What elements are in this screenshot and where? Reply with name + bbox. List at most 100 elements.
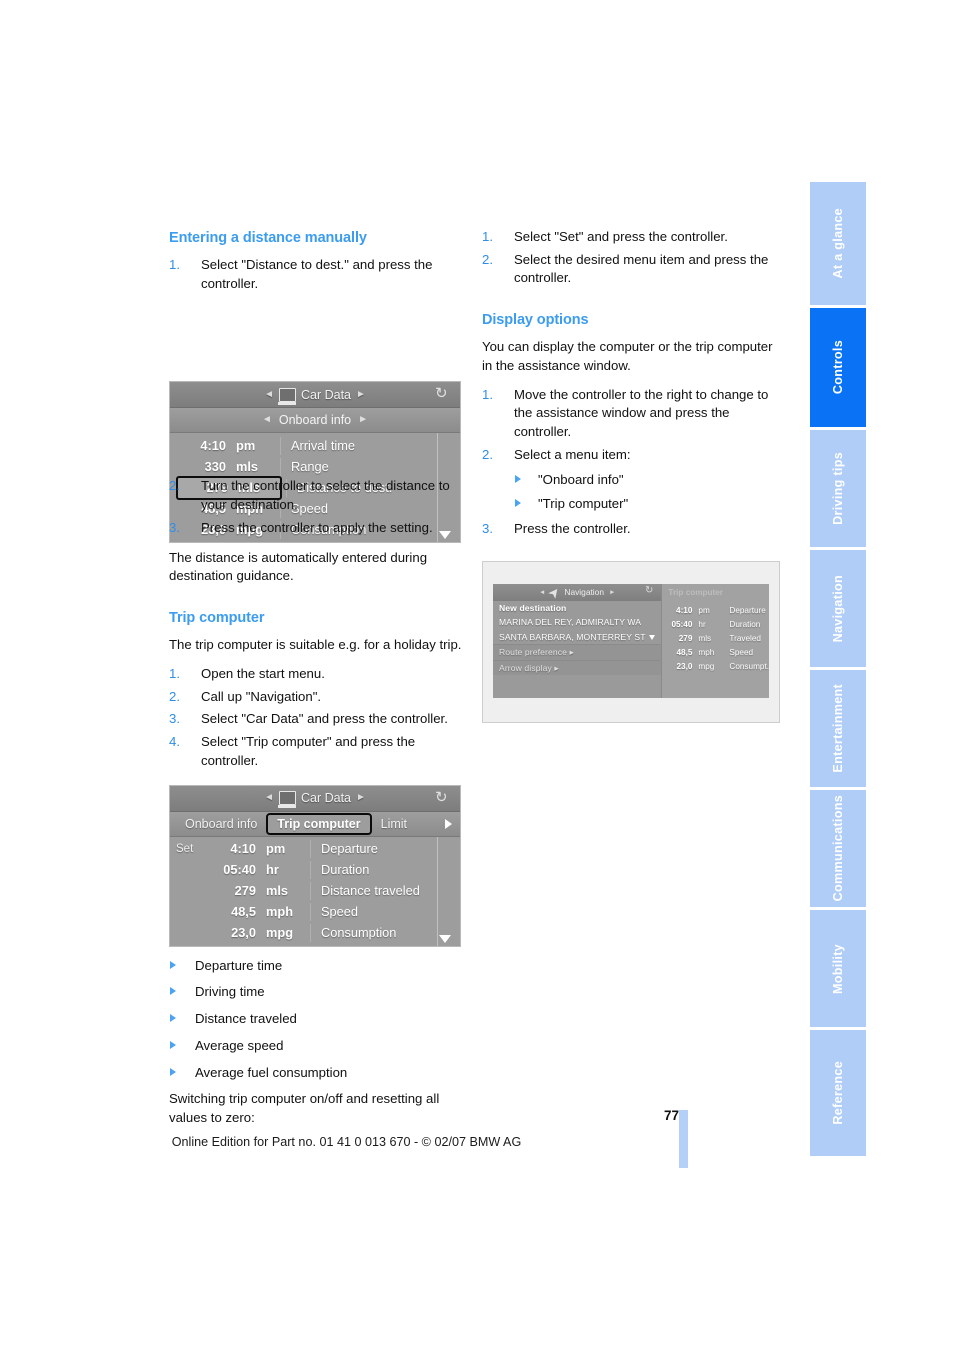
step-text: Select "Trip computer" and press the con… (201, 734, 416, 768)
trip-computer-value-list: Departure time Driving time Distance tra… (169, 957, 469, 1083)
prev-arrow-icon[interactable]: ◄ (264, 388, 274, 403)
tab-trip-computer[interactable]: Trip computer (266, 812, 372, 835)
row-label: Duration (729, 619, 761, 629)
bullet-text: "Onboard info" (538, 471, 624, 487)
row-value: 4:10 (230, 840, 256, 856)
sidebar-item-label: Mobility (831, 943, 845, 994)
table-row[interactable]: 23,0 mpg Consumption (170, 923, 460, 944)
table-row[interactable]: Set 4:10 pm Departure (170, 839, 460, 860)
table-row[interactable]: 48,5 mph Speed (170, 902, 460, 923)
sidebar-item-label: Driving tips (831, 452, 845, 525)
step-text: Press the controller. (514, 521, 631, 537)
figure-navigation-split: ◄ Navigation ► ↻ New destination MARINA … (482, 560, 782, 723)
list-item: Average speed (169, 1037, 469, 1056)
table-row: 23,0 mpg Consumpt. (662, 660, 769, 674)
tab-limit[interactable]: Limit (372, 814, 416, 834)
step-number: 1. (169, 665, 180, 681)
step-text: Select "Car Data" and press the controll… (201, 711, 448, 727)
left-text-column: Entering a distance manually 1. Select "… (169, 228, 469, 1131)
sidebar-item-reference[interactable]: Reference (810, 1030, 866, 1156)
table-row[interactable]: 279 mls Distance traveled (170, 881, 460, 902)
sidebar-item-navigation[interactable]: Navigation (810, 550, 866, 670)
chapter-tab-rail: At a glance Controls Driving tips Naviga… (810, 182, 866, 1168)
triangle-bullet-icon (170, 1014, 176, 1023)
tab-onboard-info[interactable]: Onboard info (279, 411, 351, 429)
sidebar-item-controls[interactable]: Controls (810, 308, 866, 430)
set-label[interactable]: Set (170, 841, 200, 858)
next-arrow-icon[interactable]: ► (609, 588, 615, 597)
paragraph-trip-computer-intro: The trip computer is suitable e.g. for a… (169, 637, 462, 653)
triangle-bullet-icon (170, 1067, 176, 1076)
sidebar-item-mobility[interactable]: Mobility (810, 910, 866, 1030)
row-value: 23,0 (676, 661, 693, 671)
row-value: 4:10 (200, 437, 226, 453)
prev-arrow-icon[interactable]: ◄ (264, 791, 274, 806)
step-number: 2. (169, 688, 180, 704)
bullet-text: "Trip computer" (538, 496, 629, 512)
prev-arrow-icon[interactable]: ◄ (539, 588, 545, 597)
list-item-arrow-display[interactable]: Arrow display ▸ (493, 659, 662, 676)
sidebar-item-entertainment[interactable]: Entertainment (810, 670, 866, 790)
list-item[interactable]: MARINA DEL REY, ADMIRALTY WA (493, 615, 661, 629)
list-item[interactable]: New destination (493, 601, 661, 615)
list-item: 2. Turn the controller to select the dis… (169, 477, 469, 514)
left-steps-group-2: 2. Turn the controller to select the dis… (169, 477, 469, 537)
step-number: 3. (169, 711, 180, 727)
sidebar-item-driving-tips[interactable]: Driving tips (810, 430, 866, 550)
sidebar-item-at-a-glance[interactable]: At a glance (810, 182, 866, 308)
row-unit: hr (698, 619, 706, 629)
tab-next-arrow-icon[interactable] (445, 818, 452, 829)
row-value: 4:10 (676, 605, 693, 615)
next-arrow-icon[interactable]: ► (356, 388, 366, 403)
sidebar-item-communications[interactable]: Communications (810, 790, 866, 910)
row-value: 05:40 (223, 861, 256, 877)
list-item[interactable]: SANTA BARBARA, MONTERREY ST (493, 630, 661, 644)
scroll-hairline (437, 836, 438, 946)
step-number: 1. (482, 386, 493, 402)
triangle-bullet-icon (170, 960, 176, 969)
step-number: 1. (482, 229, 493, 244)
refresh-icon[interactable]: ↻ (645, 585, 653, 596)
table-row[interactable]: 05:40 hr Duration (170, 860, 460, 881)
row-unit: mls (698, 633, 712, 643)
row-label: Speed (729, 647, 754, 657)
tab-prev-arrow-icon[interactable]: ◄ (262, 413, 272, 428)
table-row: 279 mls Traveled (662, 632, 769, 646)
figure-reference-code (453, 834, 458, 835)
table-row[interactable]: 4:10 pm Arrival time (170, 435, 460, 456)
row-unit: mls (236, 458, 259, 474)
list-item: Distance traveled (169, 1010, 469, 1029)
list-item-route-preference[interactable]: Route preference ▸ (493, 644, 662, 660)
page-footer: 77 Online Edition for Part no. 01 41 0 0… (0, 1108, 810, 1170)
step-text: Select a menu item: (514, 446, 631, 462)
list-item-label: SANTA BARBARA, MONTERREY ST (499, 631, 646, 642)
sidebar-item-label: At a glance (831, 208, 845, 279)
row-label: Traveled (729, 633, 761, 643)
row-unit: mpg (266, 924, 294, 940)
idrive-title: Car Data (300, 387, 352, 402)
refresh-icon[interactable]: ↻ (435, 386, 450, 402)
step-number: 2. (482, 251, 493, 267)
tab-onboard-info[interactable]: Onboard info (176, 814, 266, 834)
row-label: Consumpt. (729, 661, 769, 671)
list-item: 2. Call up "Navigation". (169, 688, 469, 707)
row-unit: pm (236, 437, 256, 453)
paragraph-display-options: You can display the computer or the trip… (482, 339, 773, 373)
left-steps-group-1: 1. Select "Distance to dest." and press … (169, 256, 469, 293)
scroll-down-icon[interactable] (649, 634, 656, 640)
list-item: Average fuel consumption (169, 1064, 469, 1083)
refresh-icon[interactable]: ↻ (435, 790, 450, 806)
row-unit: hr (266, 861, 279, 877)
monitor-icon (277, 791, 296, 809)
table-row: 48,5 mph Speed (662, 646, 769, 660)
navigation-panel: ◄ Navigation ► ↻ New destination MARINA … (493, 583, 663, 698)
scroll-down-icon[interactable] (439, 934, 451, 943)
tab-next-arrow-icon[interactable]: ► (358, 413, 368, 428)
table-row[interactable]: 330 mls Range (170, 456, 460, 477)
row-value: 48,5 (231, 903, 256, 919)
right-steps-group-3: 3. Press the controller. (482, 520, 782, 539)
step-text: Open the start menu. (201, 665, 325, 681)
next-arrow-icon[interactable]: ► (356, 791, 366, 806)
row-unit: pm (266, 840, 286, 856)
list-item: "Trip computer" (514, 495, 782, 514)
